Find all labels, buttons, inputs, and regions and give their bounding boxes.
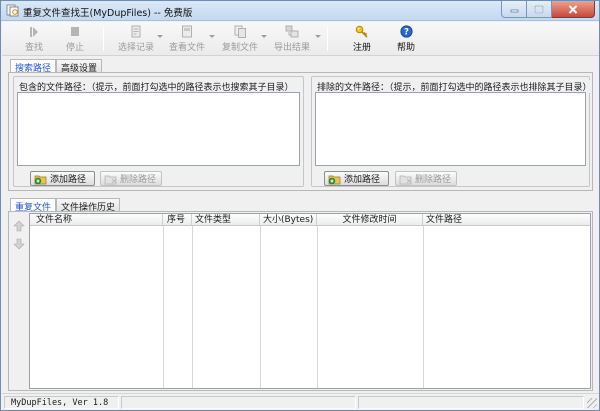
window-title: 重复文件查找王(MyDupFiles) -- 免费版 bbox=[23, 8, 193, 19]
results-tabs: 重复文件 文件操作历史 bbox=[10, 198, 210, 213]
add-exclude-path-button[interactable]: 添加路径 bbox=[324, 171, 389, 186]
column-header-file-path[interactable]: 文件路径 bbox=[423, 214, 592, 226]
copy-file-icon bbox=[234, 25, 246, 38]
stop-button[interactable]: 停止 bbox=[60, 24, 90, 54]
copy-file-button[interactable]: 复制文件 bbox=[220, 24, 260, 54]
stop-icon bbox=[71, 27, 79, 36]
remove-folder-icon bbox=[104, 175, 117, 184]
search-settings-tabs: 搜索路径 高级设置 bbox=[10, 59, 210, 74]
column-divider bbox=[423, 226, 424, 388]
search-paths-panel: 包含的文件路径：（提示，前面打勾选中的路径表示也搜索其子目录） 添加路径 删除路… bbox=[8, 72, 593, 191]
toolbar-separator bbox=[327, 27, 328, 51]
toolbar: 查找 停止 选择记录 查看文件 复制文件 导出结果 注册 ? 帮助 bbox=[2, 22, 599, 56]
resize-grip[interactable] bbox=[587, 398, 597, 408]
column-header-modified-time[interactable]: 文件修改时间 bbox=[317, 214, 423, 226]
column-header-size[interactable]: 大小(Bytes) bbox=[260, 214, 317, 226]
add-folder-icon bbox=[34, 175, 47, 184]
maximize-button[interactable] bbox=[527, 1, 552, 18]
svg-text:?: ? bbox=[404, 28, 409, 38]
select-records-icon bbox=[131, 25, 141, 38]
maximize-icon bbox=[534, 4, 544, 14]
duplicate-files-table[interactable]: 文件名称 序号 文件类型 大小(Bytes) 文件修改时间 文件路径 bbox=[29, 213, 591, 389]
tab-file-operation-history[interactable]: 文件操作历史 bbox=[56, 198, 121, 213]
help-button[interactable]: ? 帮助 bbox=[391, 24, 421, 54]
minimize-icon bbox=[510, 9, 518, 13]
row-move-controls bbox=[12, 220, 26, 260]
find-button[interactable]: 查找 bbox=[19, 24, 49, 54]
view-file-button[interactable]: 查看文件 bbox=[167, 24, 207, 54]
copy-file-dropdown-arrow[interactable] bbox=[261, 35, 267, 38]
move-up-icon[interactable] bbox=[13, 220, 25, 232]
column-header-index[interactable]: 序号 bbox=[163, 214, 192, 226]
export-results-button[interactable]: 导出结果 bbox=[271, 24, 313, 54]
status-panel bbox=[358, 396, 584, 409]
column-header-file-type[interactable]: 文件类型 bbox=[192, 214, 260, 226]
export-results-dropdown-arrow[interactable] bbox=[315, 35, 321, 38]
results-panel: 文件名称 序号 文件类型 大小(Bytes) 文件修改时间 文件路径 bbox=[8, 211, 593, 391]
close-icon bbox=[568, 4, 578, 14]
column-divider bbox=[317, 226, 318, 388]
column-header-file-name[interactable]: 文件名称 bbox=[30, 214, 163, 226]
column-divider bbox=[192, 226, 193, 388]
view-file-dropdown-arrow[interactable] bbox=[209, 35, 215, 38]
column-divider bbox=[163, 226, 164, 388]
tab-duplicate-files[interactable]: 重复文件 bbox=[10, 198, 57, 213]
view-file-icon bbox=[182, 25, 192, 38]
window-controls bbox=[501, 1, 595, 18]
remove-folder-icon bbox=[399, 175, 412, 184]
version-label: MyDupFiles, Ver 1.8 bbox=[4, 396, 119, 409]
help-icon: ? bbox=[399, 25, 413, 38]
status-panel bbox=[121, 396, 356, 409]
key-icon bbox=[355, 25, 368, 38]
include-paths-list[interactable] bbox=[17, 92, 300, 166]
exclude-paths-group: 排除的文件路径：（提示，前面打勾选中的路径表示也排除其子目录） 添加路径 删除路… bbox=[311, 76, 592, 187]
move-down-icon[interactable] bbox=[13, 238, 25, 250]
export-icon bbox=[285, 25, 299, 38]
toolbar-separator bbox=[103, 27, 104, 51]
register-button[interactable]: 注册 bbox=[347, 24, 377, 54]
tab-advanced-settings[interactable]: 高级设置 bbox=[56, 59, 103, 74]
include-paths-group: 包含的文件路径：（提示，前面打勾选中的路径表示也搜索其子目录） 添加路径 删除路… bbox=[13, 76, 304, 187]
add-include-path-button[interactable]: 添加路径 bbox=[30, 171, 95, 186]
select-records-button[interactable]: 选择记录 bbox=[115, 24, 157, 54]
minimize-button[interactable] bbox=[501, 1, 527, 18]
column-divider bbox=[260, 226, 261, 388]
title-bar[interactable]: 重复文件查找王(MyDupFiles) -- 免费版 bbox=[1, 1, 599, 21]
remove-exclude-path-button[interactable]: 删除路径 bbox=[395, 171, 457, 186]
tab-search-paths[interactable]: 搜索路径 bbox=[10, 59, 57, 74]
close-button[interactable] bbox=[552, 1, 595, 18]
play-icon bbox=[30, 26, 38, 37]
remove-include-path-button[interactable]: 删除路径 bbox=[100, 171, 162, 186]
exclude-paths-list[interactable] bbox=[315, 92, 586, 166]
table-header: 文件名称 序号 文件类型 大小(Bytes) 文件修改时间 文件路径 bbox=[30, 214, 590, 226]
app-window: 重复文件查找王(MyDupFiles) -- 免费版 查找 停止 选择记录 查看… bbox=[0, 0, 600, 411]
add-folder-icon bbox=[328, 175, 341, 184]
status-bar: MyDupFiles, Ver 1.8 bbox=[2, 393, 599, 410]
select-records-dropdown-arrow[interactable] bbox=[157, 35, 163, 38]
app-icon bbox=[6, 4, 19, 17]
